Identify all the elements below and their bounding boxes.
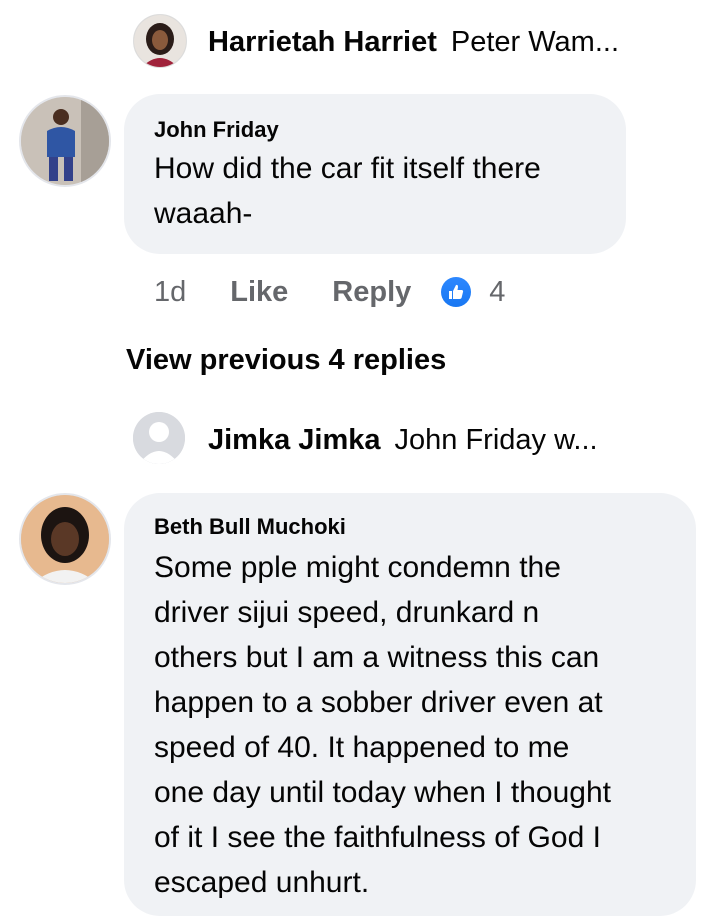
- comment-text-line: How did the car fit itself there: [154, 152, 541, 185]
- comment-text: How did the car fit itself there waaah-: [154, 146, 596, 236]
- comment-text-line: driver sijui speed, drunkard n: [154, 596, 540, 629]
- comment-author[interactable]: Beth Bull Muchoki: [154, 513, 666, 541]
- reply-preview-1[interactable]: Harrietah Harriet Peter Wam...: [208, 26, 619, 59]
- comment-text-line: speed of 40. It happened to me: [154, 731, 570, 764]
- thumbs-up-icon[interactable]: [441, 277, 472, 307]
- avatar-beth-bull-muchoki[interactable]: [19, 493, 111, 585]
- comment-text-line: escaped unhurt.: [154, 866, 370, 899]
- avatar-harrietah-harriet[interactable]: [133, 14, 187, 68]
- reply-preview-snippet: Peter Wam...: [450, 26, 619, 58]
- avatar-photo-icon: [21, 495, 109, 583]
- reply-preview-snippet: John Friday w...: [394, 424, 598, 456]
- avatar-photo-icon: [21, 97, 109, 185]
- comment-bubble-beth-bull-muchoki[interactable]: Beth Bull Muchoki Some pple might condem…: [124, 493, 696, 916]
- avatar-john-friday[interactable]: [19, 95, 111, 187]
- comment-text-line: one day until today when I thought: [154, 776, 612, 809]
- reaction-count[interactable]: 4: [489, 276, 505, 309]
- comment-text-line: Some pple might condemn the: [154, 551, 561, 584]
- comment-bubble-john-friday[interactable]: John Friday How did the car fit itself t…: [124, 94, 626, 254]
- comment-text: Some pple might condemn the driver sijui…: [154, 545, 666, 905]
- reply-preview-2[interactable]: Jimka Jimka John Friday w...: [208, 424, 598, 457]
- comment-text-line: of it I see the faithfulness of God I: [154, 821, 601, 854]
- comment-text-line: others but I am a witness this can: [154, 641, 600, 674]
- comment-timestamp[interactable]: 1d: [154, 276, 186, 309]
- reply-button[interactable]: Reply: [332, 276, 411, 309]
- comment-actions: 1d Like Reply 4: [154, 274, 505, 310]
- like-button[interactable]: Like: [230, 276, 288, 309]
- comment-text-line: waaah-: [154, 197, 253, 230]
- default-avatar-icon: [133, 412, 185, 464]
- avatar-photo-icon: [134, 15, 186, 67]
- avatar-jimka-jimka[interactable]: [133, 412, 185, 464]
- reply-preview-name[interactable]: Jimka Jimka: [208, 424, 381, 457]
- comment-text-line: happen to a sobber driver even at: [154, 686, 603, 719]
- reply-preview-name[interactable]: Harrietah Harriet: [208, 26, 437, 59]
- view-previous-replies-link[interactable]: View previous 4 replies: [126, 344, 446, 377]
- comment-author[interactable]: John Friday: [154, 116, 596, 144]
